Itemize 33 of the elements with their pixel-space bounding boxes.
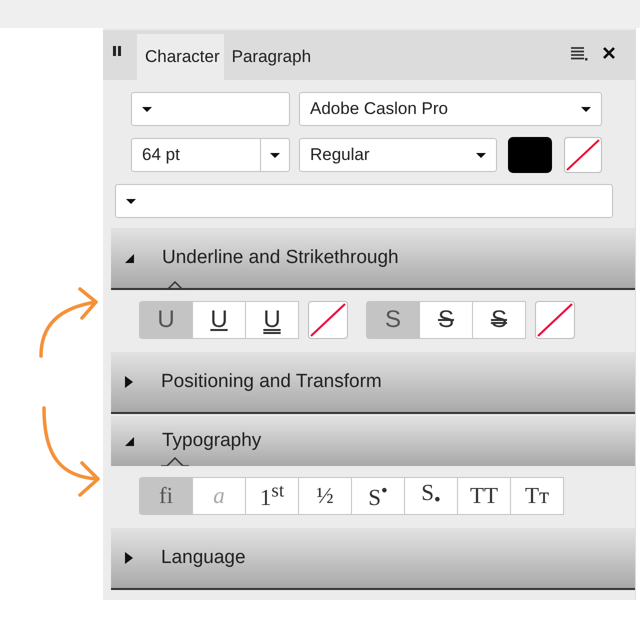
section-header[interactable]: Language [111,528,635,590]
toggle-button[interactable]: TT [457,477,511,515]
toggle-button[interactable]: fi [139,477,193,515]
font-style-dropdown[interactable]: Regular [299,138,497,172]
toggle-button[interactable]: U [139,301,193,339]
section-header[interactable]: Positioning and Transform [111,352,635,414]
no-color-swatch[interactable] [308,301,348,339]
panel-tab[interactable]: Character [137,34,224,80]
panel-tab[interactable]: Paragraph [224,34,316,80]
toggle-button[interactable]: S [472,301,526,339]
toggle-button[interactable]: Tᴛ [510,477,564,515]
font-size-combo[interactable]: 64 pt [131,138,290,172]
no-color-swatch[interactable] [564,137,602,173]
menu-icon[interactable] [571,47,589,61]
fill-color-swatch[interactable] [508,137,552,173]
toggle-button[interactable]: U [245,301,299,339]
toggle-button[interactable]: S [419,301,473,339]
toggle-button[interactable]: 1$^{st}$ [245,477,299,515]
no-color-swatch[interactable] [535,301,575,339]
toggle-button[interactable]: U [192,301,246,339]
expand-triangle-icon [125,376,133,388]
toggle-button[interactable]: ½ [298,477,352,515]
collapse-triangle-icon [125,254,134,262]
grip-icon[interactable] [113,46,121,56]
collapse-triangle-icon [125,436,134,446]
toggle-button[interactable]: S$_{•}$ [404,477,458,515]
toggle-button[interactable]: S$^{•}$ [351,477,405,515]
font-family-dropdown[interactable]: Adobe Caslon Pro [299,92,602,126]
close-icon[interactable] [603,47,615,59]
section-header[interactable]: Typography [111,416,635,466]
toggle-button[interactable]: S [366,301,420,339]
expand-triangle-icon [125,552,133,564]
section-header[interactable]: Underline and Strikethrough [111,228,635,290]
